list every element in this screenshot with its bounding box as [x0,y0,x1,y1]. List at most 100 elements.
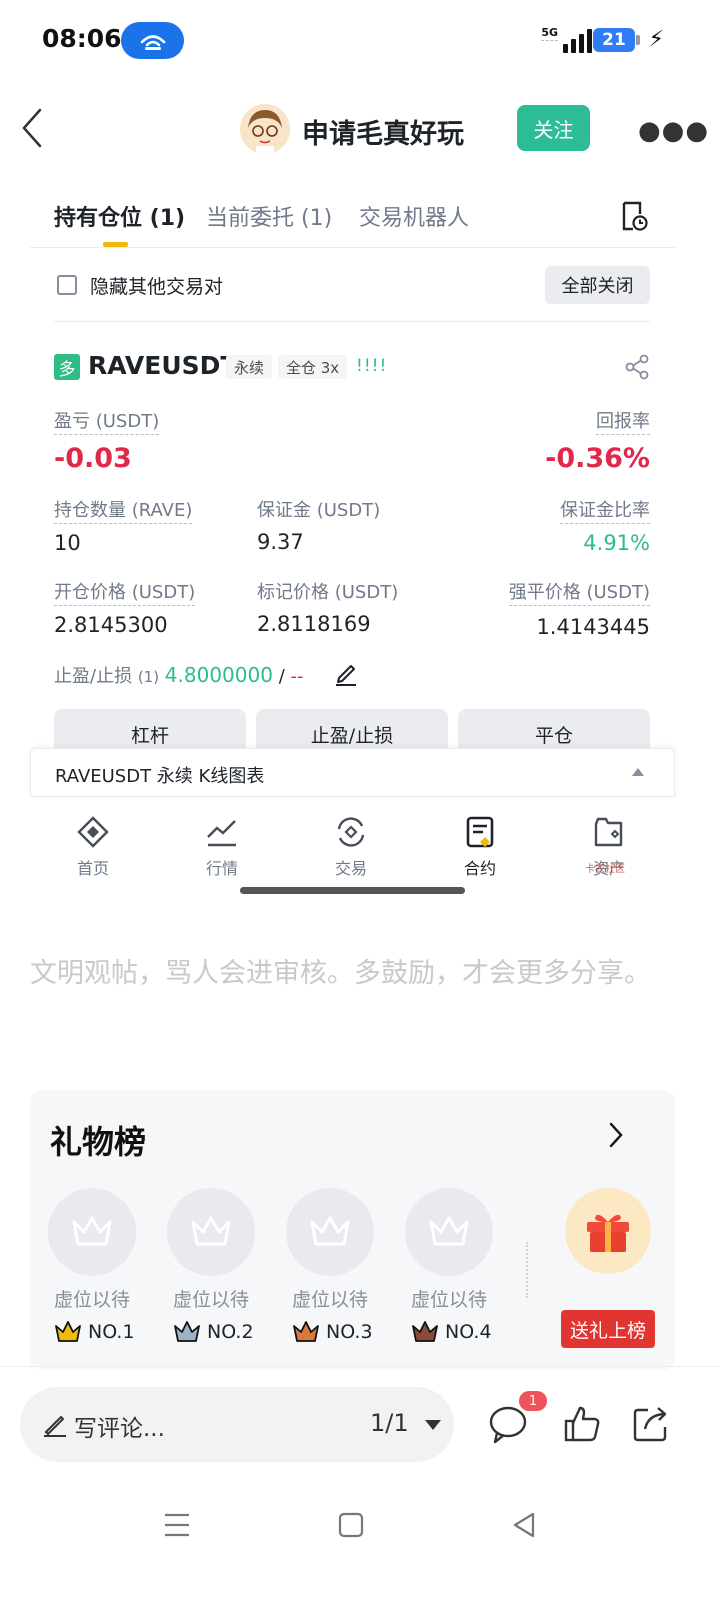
seat-1-label: 虚位以待 [53,1289,130,1311]
charging-icon: ⚡ [648,27,664,52]
back-triangle-icon[interactable] [510,1510,538,1540]
rank-4: NO.4 [411,1320,492,1344]
divider [526,1242,528,1298]
hide-other-pairs-label: 隐藏其他交易对 [90,276,224,298]
more-options-icon[interactable]: ●●● [638,116,709,146]
close-position-button[interactable]: 平仓 [458,709,650,749]
entry-price-label: 开仓价格 (USDT) [54,578,196,606]
nav-futures-label: 合约 [463,859,496,878]
contract-type-tag: 永续 [226,355,273,379]
gift-seat-4 [405,1188,493,1276]
home-indicator [240,887,465,894]
tpsl-button[interactable]: 止盈/止损 [256,709,448,749]
mark-price-value: 2.8118169 [257,612,371,636]
tpsl-separator: / [278,666,285,687]
battery-level: 21 [602,30,626,50]
follow-button[interactable]: 关注 [517,105,590,151]
rank-3: NO.3 [292,1320,373,1344]
comment-input[interactable]: 写评论... 1/1 [20,1387,454,1462]
menu-icon[interactable] [162,1510,192,1540]
gold-crown-icon [55,1321,81,1342]
tab-positions[interactable]: 持有仓位 (1) [54,200,185,232]
watermark-logo: 卡农社区 [585,864,625,875]
seat-3-label: 虚位以待 [291,1289,368,1311]
crown-icon [191,1216,231,1246]
rank-4-label: NO.4 [445,1321,492,1343]
tpsl-label: 止盈/止损 [54,666,133,687]
nav-futures[interactable]: 合约 [440,815,520,879]
back-icon[interactable] [18,106,48,150]
order-history-icon[interactable] [620,200,648,232]
mark-price-label: 标记价格 (USDT) [257,582,399,603]
seat-2-label: 虚位以待 [172,1289,249,1311]
exchange-icon [337,817,365,847]
thumbs-up-icon[interactable] [561,1403,603,1445]
wallet-icon [594,817,623,847]
nav-home[interactable]: 首页 [53,815,133,879]
silver-crown-icon [174,1321,200,1342]
home-diamond-icon [77,816,109,848]
stop-loss-value: -- [290,666,304,687]
leverage-button[interactable]: 杠杆 [54,709,246,749]
chevron-right-icon[interactable] [606,1120,626,1150]
home-square-icon[interactable] [337,1510,365,1540]
avatar[interactable] [240,104,290,154]
hotspot-pill [121,22,184,59]
rank-1: NO.1 [54,1320,135,1344]
tpsl-row: 止盈/止损 (1) 4.8000000 / -- [54,662,304,688]
pen-icon [44,1415,66,1437]
margin-label: 保证金 (USDT) [257,500,381,521]
gift-seat-2 [167,1188,255,1276]
kline-chart-label: RAVEUSDT 永续 K线图表 [55,766,265,787]
battery-icon: 21 [593,28,640,52]
nav-trade[interactable]: 交易 [311,815,391,879]
share-out-icon[interactable] [630,1403,672,1445]
liq-price-label: 强平价格 (USDT) [508,578,650,606]
long-side-badge: 多 [54,354,80,380]
comment-placeholder: 写评论... [74,1416,165,1442]
nav-home-label: 首页 [76,859,109,878]
brown-crown-icon [412,1321,438,1342]
gift-seat-1 [48,1188,136,1276]
roe-value: -0.36% [545,443,650,474]
position-symbol[interactable]: RAVEUSDT [88,351,237,380]
take-profit-value: 4.8000000 [164,663,273,687]
kline-chart-toggle[interactable]: RAVEUSDT 永续 K线图表 [30,748,675,797]
liq-price-value: 1.4143445 [536,615,650,639]
rank-2: NO.2 [173,1320,254,1344]
crown-icon [429,1216,469,1246]
futures-doc-icon [466,816,494,848]
seat-4-label: 虚位以待 [410,1289,487,1311]
chart-trend-icon [207,820,236,847]
comment-count-badge: 1 [519,1391,547,1411]
nav-trade-label: 交易 [334,859,367,878]
crown-icon [72,1216,112,1246]
signal-icon: 5G [541,26,592,53]
gift-box-button[interactable] [565,1188,651,1274]
avatar-face-icon [240,104,290,154]
send-gift-button[interactable]: 送礼上榜 [561,1310,655,1348]
hide-other-pairs-checkbox[interactable] [57,275,77,295]
gift-board-title: 礼物榜 [50,1123,147,1161]
divider [54,321,650,322]
tab-trading-bots[interactable]: 交易机器人 [359,200,469,232]
nav-markets[interactable]: 行情 [182,815,262,879]
margin-ratio-label: 保证金比率 [560,496,650,524]
tab-open-orders[interactable]: 当前委托 (1) [206,200,332,232]
crown-icon [310,1216,350,1246]
close-all-button[interactable]: 全部关闭 [545,266,650,304]
divider [0,1366,720,1367]
size-value: 10 [54,531,81,555]
wifi-hotspot-icon [140,34,165,50]
page-title: 申请毛真好玩 [302,119,464,150]
tab-divider [30,247,675,248]
edit-tpsl-icon[interactable] [334,660,358,686]
share-icon[interactable] [625,354,649,380]
page-indicator[interactable]: 1/1 [370,1409,409,1437]
adl-indicator: !!!! [356,356,388,376]
roe-label: 回报率 [596,407,650,435]
network-label: 5G [541,26,558,41]
status-time: 08:06 [42,24,122,53]
rank-3-label: NO.3 [326,1321,373,1343]
page-dropdown-icon[interactable] [425,1420,441,1430]
